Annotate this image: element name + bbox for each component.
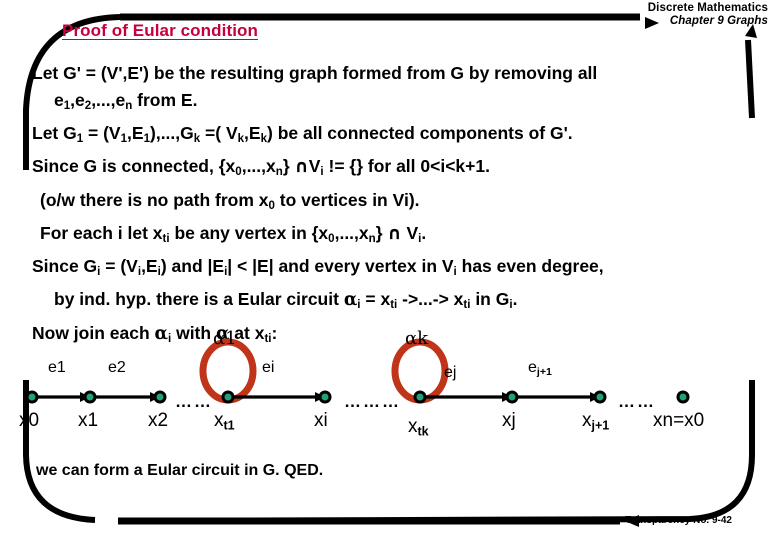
closing-statement: we can form a Eular circuit in G. QED. [36, 462, 324, 479]
proof-line-3: Let G1 = (V1,E1),...,Gk =( Vk,Ek) be all… [32, 123, 573, 146]
loop-label-alphak: αk [405, 328, 429, 349]
node-label-x0: x0 [19, 410, 40, 431]
edge-label-ej1: ej+1 [528, 359, 552, 378]
proof-line-8: by ind. hyp. there is a Eular circuit αi… [54, 289, 518, 312]
course-title: Discrete Mathematics [647, 2, 768, 14]
node-label-xt1-sub: t1 [223, 418, 235, 433]
node-xj1 [593, 390, 607, 404]
proof-line-5: (o/w there is no path from x0 to vertice… [40, 189, 420, 212]
node-label-xtk-text: x [408, 416, 418, 437]
node-label-xi: xi [314, 410, 328, 431]
node-label-xj1: xj+1 [582, 410, 609, 433]
proof-line-7: Since Gi = (Vi,Ei) and |Ei| < |E| and ev… [32, 256, 604, 279]
eular-circuit-diagram: α1 αk e1 e2 ei ej ej+1 …… ……… …… x0 x1 x… [0, 326, 780, 448]
node-xn [676, 390, 690, 404]
edge-label-ei: ei [262, 359, 275, 376]
edge-label-e2: e2 [108, 359, 126, 376]
node-label-xj: xj [502, 410, 516, 431]
chapter-title: Chapter 9 Graphs [669, 14, 768, 27]
node-xt1 [221, 390, 235, 404]
edge-label-ej1-sub: j+1 [536, 365, 552, 378]
node-label-x2: x2 [148, 410, 169, 431]
node-x2 [153, 390, 167, 404]
node-label-x1: x1 [78, 410, 99, 431]
proof-line-2: e1,e2,...,en from E. [54, 90, 198, 113]
proof-line-6: For each i let xti be any vertex in {x0,… [40, 222, 427, 246]
node-xj [505, 390, 519, 404]
node-label-xt1: xt1 [214, 410, 235, 433]
slide-header: Discrete Mathematics Chapter 9 Graphs [648, 2, 768, 28]
loop-label-alpha1: α1 [213, 328, 237, 349]
node-label-xtk: xtk [408, 416, 429, 439]
transparency-number: Transparency No. 9-42 [625, 515, 732, 526]
edge-label-ej: ej [444, 364, 457, 381]
ellipsis-1: …… [175, 392, 213, 411]
proof-line-4: Since G is connected, {x0,...,xn} ∩Vi !=… [32, 156, 490, 179]
node-xi [318, 390, 332, 404]
slide: Discrete Mathematics Chapter 9 Graphs Pr… [0, 0, 780, 540]
proof-body: Let G' = (V',E') be the resulting graph … [32, 60, 756, 353]
node-label-xt1-text: x [214, 410, 224, 431]
node-label-xtk-sub: tk [417, 424, 429, 439]
page-title: Proof of Eular condition [62, 21, 258, 40]
edge-label-ej1-text: e [528, 359, 537, 376]
node-label-xj1-sub: j+1 [591, 418, 610, 433]
edge-label-e1: e1 [48, 359, 66, 376]
node-xtk [413, 390, 427, 404]
node-x0 [25, 390, 39, 404]
proof-line-1: Let G' = (V',E') be the resulting graph … [32, 63, 598, 83]
node-label-xn: xn=x0 [653, 410, 705, 431]
ellipsis-3: …… [618, 392, 656, 411]
ellipsis-2: ……… [344, 392, 401, 411]
node-label-xj1-text: x [582, 410, 592, 431]
node-x1 [83, 390, 97, 404]
